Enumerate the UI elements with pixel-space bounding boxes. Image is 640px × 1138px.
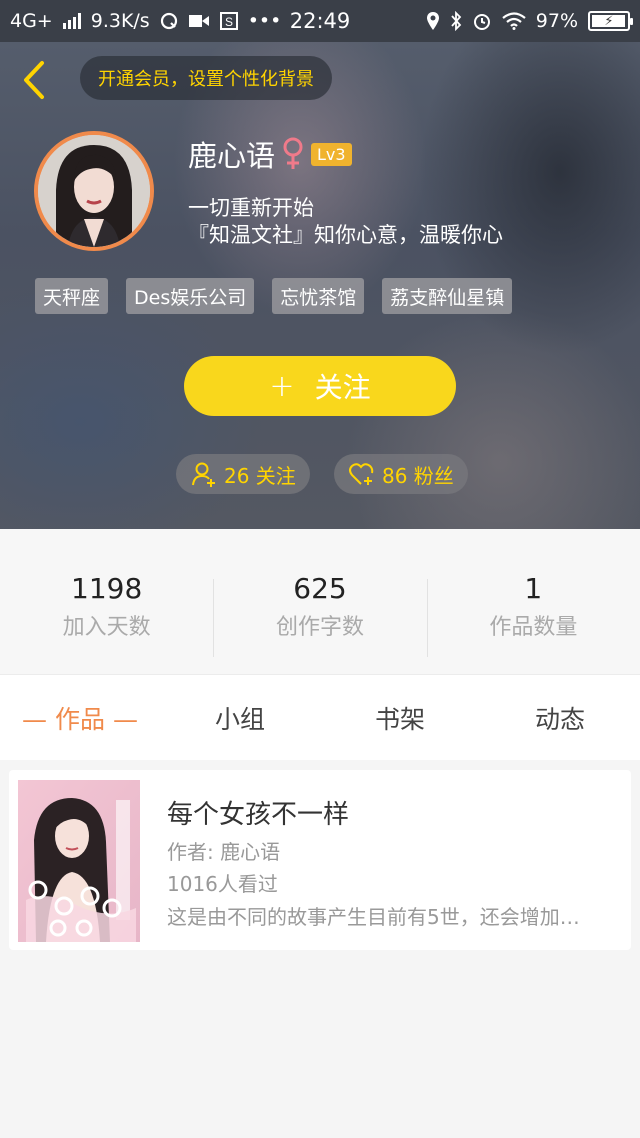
- tag-item[interactable]: Des娱乐公司: [126, 278, 255, 314]
- tab-bar: 作品 小组 书架 动态: [0, 674, 640, 760]
- heart-plus-icon: [349, 463, 374, 485]
- following-count-button[interactable]: 26 关注: [176, 454, 310, 494]
- level-badge: Lv3: [311, 142, 352, 166]
- more-notifications-icon: •••: [247, 10, 282, 32]
- avatar[interactable]: [34, 131, 154, 251]
- stat-value: 625: [293, 572, 347, 605]
- tab-groups[interactable]: 小组: [160, 700, 320, 736]
- svg-text:S: S: [225, 15, 233, 29]
- profile-header: 开通会员，设置个性化背景 鹿心语 Lv3 一切重新开始 『知温文社』知你心意，温…: [0, 42, 640, 529]
- following-label: 26 关注: [224, 463, 296, 488]
- signal-icon: [62, 13, 81, 29]
- work-author: 作者: 鹿心语: [167, 840, 281, 864]
- works-list: 每个女孩不一样 作者: 鹿心语 1016人看过 这是由不同的故事产生目前有5世，…: [0, 760, 640, 1138]
- stat-value: 1: [524, 572, 543, 605]
- network-speed: 9.3K/s: [90, 10, 150, 32]
- wifi-icon: [502, 12, 526, 30]
- back-button[interactable]: [14, 60, 54, 100]
- follow-label: 关注: [314, 371, 371, 404]
- chevron-left-icon: [24, 61, 44, 99]
- stat-days: 1198 加入天数: [0, 529, 213, 674]
- tag-list: 天秤座 Des娱乐公司 忘忧茶馆 荔支醉仙星镇: [35, 278, 513, 314]
- work-title: 每个女孩不一样: [167, 800, 350, 830]
- work-views: 1016人看过: [167, 872, 278, 896]
- book-cover: [18, 780, 140, 942]
- network-type: 4G+: [10, 10, 53, 32]
- bluetooth-icon: [450, 11, 462, 31]
- user-name: 鹿心语: [188, 139, 276, 173]
- fans-count-button[interactable]: 86 粉丝: [334, 454, 468, 494]
- battery-icon: ⚡: [588, 11, 633, 31]
- tab-bookshelf[interactable]: 书架: [320, 700, 480, 736]
- app-notification-icon: [160, 12, 178, 30]
- status-bar: 4G+ 9.3K/s S ••• 22:49 97% ⚡: [0, 0, 640, 42]
- name-row: 鹿心语 Lv3: [188, 134, 352, 174]
- bio-line-1: 一切重新开始: [188, 196, 314, 220]
- stat-works: 1 作品数量: [426, 529, 640, 674]
- fans-label: 86 粉丝: [382, 463, 454, 488]
- stat-label: 创作字数: [275, 615, 364, 640]
- list-item[interactable]: 每个女孩不一样 作者: 鹿心语 1016人看过 这是由不同的故事产生目前有5世，…: [9, 770, 631, 950]
- battery-percent: 97%: [535, 10, 578, 32]
- location-icon: [426, 11, 440, 31]
- stat-words: 625 创作字数: [213, 529, 426, 674]
- stats-bar: 1198 加入天数 625 创作字数 1 作品数量: [0, 529, 640, 674]
- stat-label: 加入天数: [62, 615, 151, 640]
- plus-icon: +: [269, 368, 295, 404]
- tag-item[interactable]: 天秤座: [35, 278, 109, 314]
- tab-works[interactable]: 作品: [0, 700, 160, 736]
- bio-line-2: 『知温文社』知你心意，温暖你心: [188, 223, 503, 247]
- add-user-icon: [192, 462, 215, 487]
- vip-background-prompt[interactable]: 开通会员，设置个性化背景: [80, 56, 332, 100]
- stat-label: 作品数量: [489, 615, 578, 640]
- video-icon: [188, 13, 210, 29]
- female-icon: [281, 137, 305, 171]
- tab-activity[interactable]: 动态: [480, 700, 640, 736]
- s-app-icon: S: [219, 12, 238, 30]
- alarm-icon: [472, 11, 492, 31]
- tag-item[interactable]: 忘忧茶馆: [272, 278, 365, 314]
- follow-button[interactable]: + 关注: [184, 356, 456, 416]
- stat-value: 1198: [71, 572, 143, 605]
- work-description: 这是由不同的故事产生目前有5世，还会增加…: [167, 905, 580, 929]
- tag-item[interactable]: 荔支醉仙星镇: [382, 278, 513, 314]
